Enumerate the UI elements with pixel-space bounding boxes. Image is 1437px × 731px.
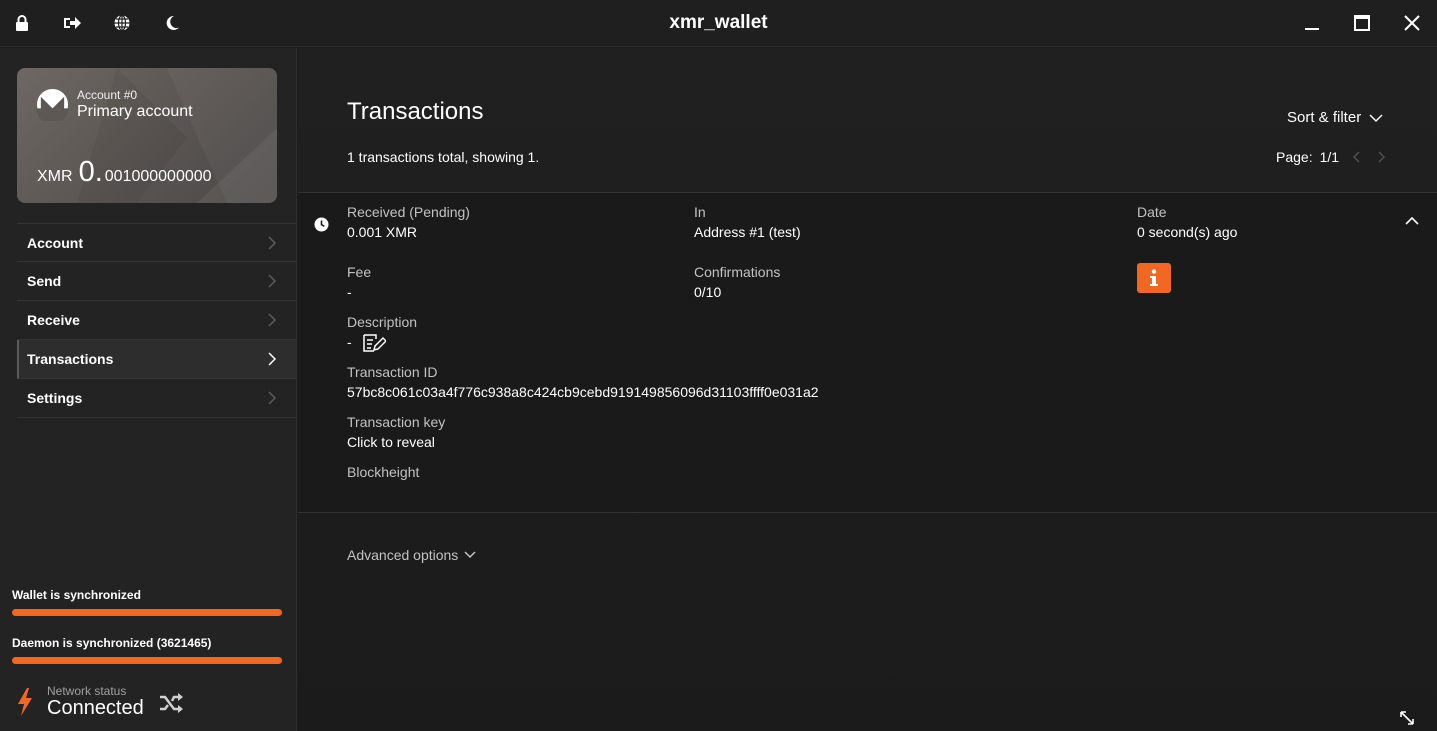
balance-currency: XMR	[37, 168, 73, 185]
sidebar-item-settings[interactable]: Settings	[17, 379, 297, 418]
window-title: xmr_wallet	[669, 12, 768, 33]
daemon-sync-progress-bar	[12, 657, 282, 664]
sidebar-nav: Account Send Receive Transactions Settin…	[17, 223, 297, 418]
page-title: Transactions	[347, 98, 484, 125]
daemon-sync-status: Daemon is synchronized (3621465)	[12, 636, 282, 664]
page-number: 1/1	[1319, 149, 1340, 165]
resize-icon[interactable]	[1399, 710, 1415, 726]
chevron-up-icon[interactable]	[1404, 213, 1420, 229]
sidebar-item-label: Send	[27, 273, 62, 289]
chevron-right-icon	[268, 391, 277, 405]
transactions-count: 1 transactions total, showing 1.	[347, 149, 540, 165]
wallet-sync-progress-bar	[12, 609, 282, 616]
sort-filter-button[interactable]: Sort & filter	[1287, 109, 1383, 126]
maximize-icon[interactable]	[1352, 13, 1372, 33]
chevron-right-icon	[268, 352, 277, 366]
tx-in-address: Address #1 (test)	[694, 224, 801, 240]
tx-type-label: Received (Pending)	[347, 204, 470, 220]
balance-decimal: 001000000000	[104, 168, 212, 185]
main-content: Transactions Sort & filter 1 transaction…	[298, 48, 1437, 731]
sidebar-item-transactions[interactable]: Transactions	[17, 340, 297, 379]
page-label: Page:	[1276, 149, 1313, 165]
sidebar-item-label: Account	[27, 234, 83, 251]
chevron-down-icon	[1369, 113, 1383, 122]
shuffle-icon[interactable]	[158, 692, 184, 714]
chevron-right-icon	[268, 274, 277, 288]
tx-description-value: -	[347, 334, 352, 350]
tx-id-label: Transaction ID	[347, 364, 438, 380]
tx-key-label: Transaction key	[347, 414, 446, 430]
tx-key-reveal-link[interactable]: Click to reveal	[347, 434, 435, 450]
tx-date-value: 0 second(s) ago	[1137, 224, 1238, 240]
monero-logo-icon	[36, 88, 69, 121]
sort-filter-label: Sort & filter	[1287, 109, 1362, 126]
network-status-label: Network status	[47, 684, 127, 698]
tx-fee-value: -	[347, 284, 352, 300]
tx-blockheight-label: Blockheight	[347, 464, 420, 480]
account-number: Account #0	[77, 88, 138, 102]
edit-description-icon[interactable]	[362, 333, 386, 353]
title-bar: xmr_wallet	[0, 0, 1437, 47]
chevron-right-icon	[268, 236, 277, 250]
advanced-options-label: Advanced options	[347, 547, 459, 563]
next-page-icon[interactable]	[1375, 151, 1387, 163]
close-icon[interactable]	[1402, 13, 1422, 33]
tx-fee-label: Fee	[347, 264, 372, 280]
sidebar-item-label: Receive	[27, 312, 80, 328]
sidebar-item-label: Transactions	[27, 351, 114, 367]
prev-page-icon[interactable]	[1351, 151, 1363, 163]
wallet-sync-status: Wallet is synchronized	[12, 588, 282, 616]
sidebar: Account #0 Primary account XMR 0. 001000…	[0, 48, 297, 731]
advanced-options-toggle[interactable]: Advanced options	[347, 547, 476, 563]
daemon-sync-label: Daemon is synchronized (3621465)	[12, 636, 212, 650]
tx-details-button[interactable]	[1137, 263, 1171, 293]
chevron-right-icon	[268, 313, 277, 327]
tx-date-label: Date	[1137, 204, 1167, 220]
tx-in-label: In	[694, 204, 706, 220]
account-card[interactable]: Account #0 Primary account XMR 0. 001000…	[17, 68, 277, 203]
wallet-sync-label: Wallet is synchronized	[12, 588, 141, 602]
tx-confirmations-value: 0/10	[694, 284, 722, 300]
tx-id-value[interactable]: 57bc8c061c03a4f776c938a8c424cb9cebd91914…	[347, 384, 819, 400]
balance-integer: 0.	[78, 156, 103, 188]
pagination: Page: 1/1	[1276, 149, 1387, 165]
tx-amount: 0.001 XMR	[347, 224, 418, 240]
clock-icon	[314, 217, 329, 232]
sidebar-item-send[interactable]: Send	[17, 262, 297, 301]
chevron-down-icon	[464, 551, 476, 559]
network-status-value: Connected	[47, 697, 144, 719]
info-icon	[1150, 269, 1158, 286]
sidebar-item-receive[interactable]: Receive	[17, 301, 297, 340]
tx-confirmations-label: Confirmations	[694, 264, 781, 280]
account-balance: XMR 0. 001000000000	[37, 156, 212, 189]
tx-description-label: Description	[347, 314, 418, 330]
lightning-bolt-icon	[18, 688, 32, 716]
transaction-row[interactable]: Received (Pending) 0.001 XMR In Address …	[298, 192, 1437, 513]
sidebar-item-account[interactable]: Account	[17, 223, 297, 262]
account-name: Primary account	[77, 103, 193, 120]
sidebar-item-label: Settings	[27, 390, 83, 406]
minimize-icon[interactable]	[1302, 13, 1322, 33]
